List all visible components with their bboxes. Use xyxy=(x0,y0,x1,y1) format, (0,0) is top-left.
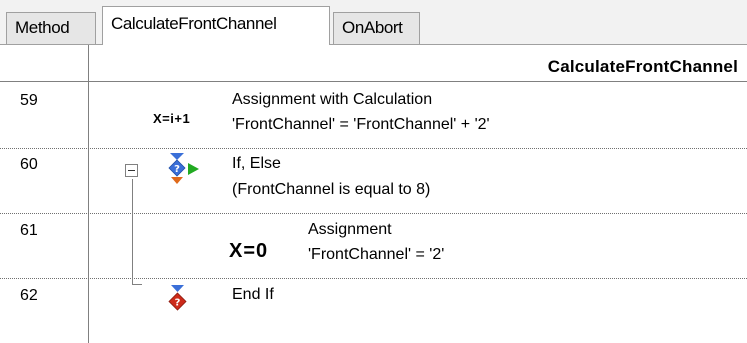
svg-text:?: ? xyxy=(174,164,180,175)
tab-method[interactable]: Method xyxy=(6,12,96,44)
step-detail[interactable]: 'FrontChannel' = '2' xyxy=(308,246,444,264)
tab-calculatefrontchannel[interactable]: CalculateFrontChannel xyxy=(102,6,330,45)
tab-onabort[interactable]: OnAbort xyxy=(333,12,420,44)
header-divider xyxy=(0,81,747,82)
step-title[interactable]: Assignment with Calculation xyxy=(232,91,432,109)
svg-text:?: ? xyxy=(175,298,181,309)
collapse-toggle-icon[interactable] xyxy=(125,164,138,177)
step-title[interactable]: End If xyxy=(232,286,274,304)
row-divider xyxy=(0,148,747,149)
grid-header-title: CalculateFrontChannel xyxy=(547,57,738,76)
row-divider xyxy=(0,278,747,279)
method-step-grid: CalculateFrontChannel 59 X=i+1 Assignmen… xyxy=(0,45,747,343)
step-title[interactable]: If, Else xyxy=(232,155,281,173)
if-else-icon: ? xyxy=(168,153,199,184)
row-number: 59 xyxy=(20,92,38,109)
tree-connector xyxy=(132,179,133,284)
row-number: 60 xyxy=(20,156,38,173)
step-title[interactable]: Assignment xyxy=(308,221,392,239)
tree-connector xyxy=(132,284,142,285)
row-number: 62 xyxy=(20,287,38,304)
step-detail[interactable]: 'FrontChannel' = 'FrontChannel' + '2' xyxy=(232,116,490,134)
step-detail[interactable]: (FrontChannel is equal to 8) xyxy=(232,181,430,199)
tab-bar: Method CalculateFrontChannel OnAbort xyxy=(0,0,747,45)
assignment-icon: X=0 xyxy=(229,240,269,262)
end-if-icon: ? xyxy=(168,285,187,311)
row-number: 61 xyxy=(20,222,38,239)
row-header-separator xyxy=(88,45,89,343)
row-divider xyxy=(0,213,747,214)
calculation-icon: X=i+1 xyxy=(153,111,191,126)
